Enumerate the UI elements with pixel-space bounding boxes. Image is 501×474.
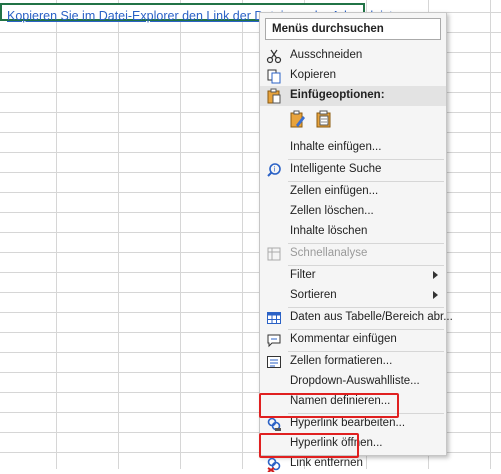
menu-item-label: Inhalte einfügen... <box>290 141 382 153</box>
menu-item-table-range[interactable]: Daten aus Tabelle/Bereich abr... <box>260 308 453 328</box>
menu-item-delete-cells[interactable]: Zellen löschen... <box>260 202 446 222</box>
menu-header-label: Einfügeoptionen: <box>290 89 385 101</box>
format-cells-icon <box>267 356 281 368</box>
paste-option-buttons <box>290 110 338 136</box>
table-icon <box>267 312 281 324</box>
highlight-edit-hyperlink <box>259 393 399 418</box>
scissors-icon <box>266 49 282 64</box>
menu-item-smart-lookup[interactable]: i Intelligente Suche <box>260 160 446 180</box>
menu-item-dropdown-list[interactable]: Dropdown-Auswahlliste... <box>260 372 446 392</box>
menu-item-label: Dropdown-Auswahlliste... <box>290 375 420 387</box>
smart-lookup-icon: i <box>267 163 281 177</box>
paste-values-icon[interactable] <box>316 110 332 128</box>
menu-search-box[interactable]: Menüs durchsuchen <box>265 18 441 40</box>
svg-text:i: i <box>274 166 276 174</box>
menu-item-format-cells[interactable]: Zellen formatieren... <box>260 352 446 372</box>
submenu-arrow-icon <box>433 271 438 279</box>
menu-item-label: Intelligente Suche <box>290 163 382 175</box>
menu-item-label: Kopieren <box>290 69 337 81</box>
menu-item-label: Zellen einfügen... <box>290 185 379 197</box>
menu-item-paste-special[interactable]: Inhalte einfügen... <box>260 138 446 158</box>
comment-icon <box>267 334 281 348</box>
menu-item-label: Filter <box>290 269 316 281</box>
menu-item-label: Link entfernen <box>290 457 363 469</box>
submenu-arrow-icon <box>433 291 438 299</box>
menu-item-label: Schnellanalyse <box>290 247 368 259</box>
quick-analysis-icon <box>267 247 281 261</box>
menu-item-label: Kommentar einfügen <box>290 333 397 345</box>
menu-item-cut[interactable]: Ausschneiden <box>260 46 446 66</box>
menu-item-quick-analysis: Schnellanalyse <box>260 244 446 264</box>
copy-icon <box>267 69 281 84</box>
menu-item-sort[interactable]: Sortieren <box>260 286 446 306</box>
menu-item-insert-comment[interactable]: Kommentar einfügen <box>260 330 446 350</box>
menu-item-label: Hyperlink bearbeiten... <box>290 417 406 429</box>
menu-header-paste-options: Einfügeoptionen: <box>260 86 446 106</box>
paste-formatting-icon[interactable] <box>290 110 306 128</box>
menu-item-label: Ausschneiden <box>290 49 363 61</box>
menu-item-clear-contents[interactable]: Inhalte löschen <box>260 222 446 242</box>
menu-item-label: Sortieren <box>290 289 337 301</box>
menu-item-label: Zellen formatieren... <box>290 355 393 367</box>
highlight-remove-link <box>259 433 359 458</box>
remove-link-icon <box>267 457 281 472</box>
menu-item-label: Inhalte löschen <box>290 225 368 237</box>
menu-item-filter[interactable]: Filter <box>260 266 446 286</box>
menu-item-copy[interactable]: Kopieren <box>260 66 446 86</box>
menu-item-label: Zellen löschen... <box>290 205 374 217</box>
clipboard-icon <box>267 88 281 104</box>
hyperlink-icon <box>267 417 281 431</box>
menu-item-insert-cells[interactable]: Zellen einfügen... <box>260 182 446 202</box>
context-menu: Menüs durchsuchen Ausschneiden Kopieren … <box>259 12 453 472</box>
menu-item-label: Daten aus Tabelle/Bereich abr... <box>290 311 453 323</box>
